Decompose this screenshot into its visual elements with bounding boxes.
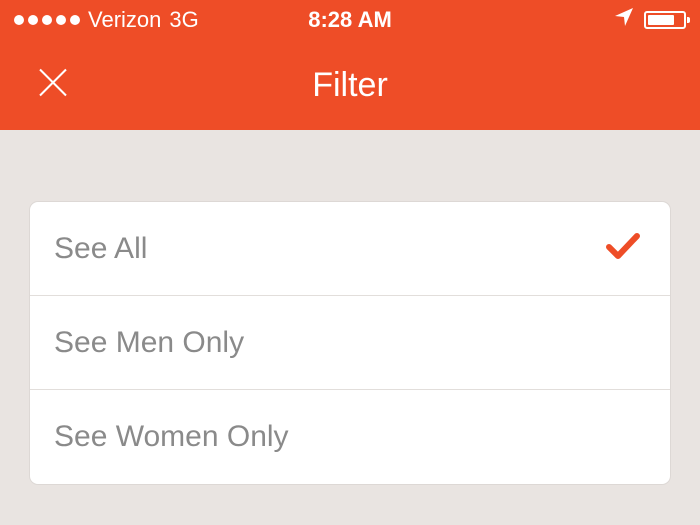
filter-option-label: See Women Only	[54, 420, 289, 454]
title-bar: Filter	[0, 40, 700, 130]
filter-option-see-all[interactable]: See All	[30, 202, 670, 296]
signal-strength-icon	[14, 15, 80, 25]
filter-options-list: See All See Men Only See Women Only	[30, 202, 670, 484]
filter-option-label: See Men Only	[54, 326, 244, 360]
filter-option-label: See All	[54, 232, 147, 266]
network-label: 3G	[169, 7, 198, 33]
page-title: Filter	[0, 66, 700, 105]
close-button[interactable]	[36, 66, 70, 105]
status-right	[392, 7, 686, 33]
header: Verizon 3G 8:28 AM Filter	[0, 0, 700, 130]
carrier-label: Verizon	[88, 7, 161, 33]
content: See All See Men Only See Women Only	[0, 130, 700, 484]
filter-option-see-women-only[interactable]: See Women Only	[30, 390, 670, 484]
status-bar: Verizon 3G 8:28 AM	[0, 0, 700, 40]
close-icon	[36, 66, 70, 100]
checkmark-icon	[606, 232, 640, 265]
location-icon	[614, 7, 634, 33]
battery-icon	[644, 11, 686, 29]
status-left: Verizon 3G	[14, 7, 308, 33]
filter-option-see-men-only[interactable]: See Men Only	[30, 296, 670, 390]
clock: 8:28 AM	[308, 7, 392, 33]
